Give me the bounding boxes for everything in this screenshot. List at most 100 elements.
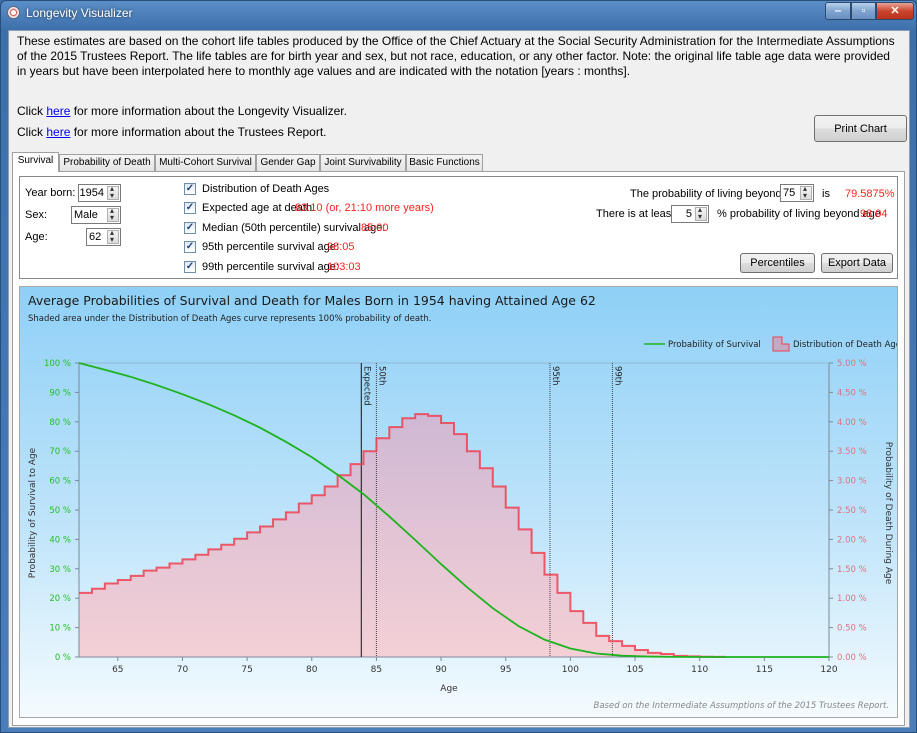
close-button[interactable]: ✕ <box>876 2 914 20</box>
year-born-value[interactable]: 1954 <box>80 187 104 199</box>
x-tick-label: 115 <box>756 665 773 675</box>
checkbox-checked-icon[interactable]: ✓ <box>184 241 196 253</box>
x-axis-label: Age <box>440 684 458 694</box>
legend-death-label: Distribution of Death Ages <box>793 340 897 350</box>
y-right-tick-label: 1.00 % <box>837 594 867 604</box>
y-right-axis-label: Probability of Death During Age <box>883 442 893 585</box>
link-suffix: for more information about the Trustees … <box>70 125 327 139</box>
is-label: is <box>822 188 830 200</box>
x-tick-label: 110 <box>691 665 708 675</box>
sex-value[interactable]: Male <box>74 209 98 221</box>
checkbox-checked-icon[interactable]: ✓ <box>184 202 196 214</box>
age-label: Age: <box>25 231 48 243</box>
expected-age-value: 83:10 (or, 21:10 more years) <box>295 202 434 214</box>
y-right-tick-label: 5.00 % <box>837 359 867 369</box>
at-least-value[interactable]: 5 <box>686 208 692 220</box>
y-right-tick-label: 0.00 % <box>837 653 867 663</box>
checkbox-checked-icon[interactable]: ✓ <box>184 183 196 195</box>
x-tick-label: 105 <box>626 665 643 675</box>
app-icon <box>7 6 20 19</box>
sex-label: Sex: <box>25 209 48 221</box>
x-tick-label: 75 <box>241 665 252 675</box>
chart-area: Average Probabilities of Survival and De… <box>19 286 898 718</box>
beyond-age-label: The probability of living beyond age <box>630 188 804 200</box>
checkbox-checked-icon[interactable]: ✓ <box>184 261 196 273</box>
y-left-axis-label: Probability of Survival to Age <box>28 447 38 578</box>
tab-multi-cohort-survival[interactable]: Multi-Cohort Survival <box>155 154 256 171</box>
y-left-tick-label: 20 % <box>49 594 71 604</box>
title-bar[interactable]: Longevity Visualizer ‒ ▫ ✕ <box>1 1 916 25</box>
tab-basic-functions[interactable]: Basic Functions <box>406 154 483 171</box>
legend-survival-label: Probability of Survival <box>668 340 761 350</box>
option-label: 95th percentile survival age: <box>202 241 339 253</box>
survival-panel: Year born: 1954 Sex: Male Age: 62 ✓ D <box>12 171 905 726</box>
age-stepper[interactable]: 62 <box>86 228 121 246</box>
beyond-age-value[interactable]: 75 <box>783 187 795 199</box>
y-left-tick-label: 10 % <box>49 624 71 634</box>
legend-death-swatch <box>772 336 790 352</box>
window-title: Longevity Visualizer <box>26 6 133 20</box>
minimize-button[interactable]: ‒ <box>825 2 851 20</box>
spin-arrows-icon[interactable] <box>695 205 707 221</box>
death-distribution-area <box>79 414 726 657</box>
y-left-tick-label: 30 % <box>49 565 71 575</box>
at-least-stepper[interactable]: 5 <box>671 205 709 223</box>
y-right-tick-label: 4.50 % <box>837 388 867 398</box>
tab-joint-survivability[interactable]: Joint Survivability <box>320 154 406 171</box>
sex-stepper[interactable]: Male <box>71 206 121 224</box>
percentiles-button[interactable]: Percentiles <box>740 253 815 273</box>
p99-age-value: 103:03 <box>327 261 361 273</box>
spin-arrows-icon[interactable] <box>107 206 119 222</box>
y-right-tick-label: 4.00 % <box>837 418 867 428</box>
visualizer-info-link[interactable]: here <box>46 104 70 118</box>
year-born-stepper[interactable]: 1954 <box>78 184 121 202</box>
median-age-value: 85:00 <box>361 222 389 234</box>
y-left-tick-label: 90 % <box>49 388 71 398</box>
intro-text: These estimates are based on the cohort … <box>17 34 895 78</box>
y-right-tick-label: 3.50 % <box>837 447 867 457</box>
spin-arrows-icon[interactable] <box>800 184 812 200</box>
p95-age-value: 98:05 <box>327 241 355 253</box>
tab-gender-gap[interactable]: Gender Gap <box>256 154 320 171</box>
x-tick-label: 70 <box>177 665 189 675</box>
survival-chart: Expected 50th 95th 99th 65 70 75 80 85 90 95 100 10… <box>28 336 897 694</box>
spin-arrows-icon[interactable] <box>107 184 119 200</box>
y-left-tick-label: 60 % <box>49 477 71 487</box>
link-prefix: Click <box>17 104 47 118</box>
y-right-tick-label: 2.00 % <box>837 535 867 545</box>
y-right-tick-label: 0.50 % <box>837 624 867 634</box>
settings-group: Year born: 1954 Sex: Male Age: 62 ✓ D <box>19 176 898 279</box>
y-left-tick-label: 0 % <box>55 653 71 663</box>
y-left-tick-label: 100 % <box>44 359 71 369</box>
option-label: Distribution of Death Ages <box>202 183 330 195</box>
tab-survival[interactable]: Survival <box>12 152 59 172</box>
chart-credit: Based on the Intermediate Assumptions of… <box>593 701 889 711</box>
x-tick-label: 120 <box>820 665 837 675</box>
x-tick-label: 95 <box>500 665 511 675</box>
x-tick-label: 100 <box>562 665 579 675</box>
y-right-tick-label: 1.50 % <box>837 565 867 575</box>
y-left-tick-label: 40 % <box>49 535 71 545</box>
marker-label-50th: 50th <box>376 366 386 386</box>
trustees-info-link[interactable]: here <box>46 125 70 139</box>
at-least-result: 98:04 <box>860 208 888 220</box>
maximize-button[interactable]: ▫ <box>851 2 876 20</box>
x-tick-label: 65 <box>112 665 123 675</box>
age-value[interactable]: 62 <box>89 231 101 243</box>
x-tick-label: 80 <box>306 665 318 675</box>
checkbox-checked-icon[interactable]: ✓ <box>184 222 196 234</box>
beyond-age-stepper[interactable]: 75 <box>780 184 814 202</box>
visualizer-info-line: Click here for more information about th… <box>17 104 347 118</box>
marker-label-expected: Expected <box>361 366 371 406</box>
tab-probability-of-death[interactable]: Probability of Death <box>59 154 155 171</box>
y-right-tick-label: 2.50 % <box>837 506 867 516</box>
x-tick-label: 85 <box>371 665 382 675</box>
y-left-tick-label: 50 % <box>49 506 71 516</box>
export-data-button[interactable]: Export Data <box>821 253 893 273</box>
year-born-label: Year born: <box>25 187 76 199</box>
marker-label-95th: 95th <box>550 366 560 386</box>
pct-probability-label: % probability of living beyond age <box>717 208 881 220</box>
print-chart-button[interactable]: Print Chart <box>814 115 907 142</box>
spin-arrows-icon[interactable] <box>107 228 119 244</box>
marker-label-99th: 99th <box>612 366 622 386</box>
